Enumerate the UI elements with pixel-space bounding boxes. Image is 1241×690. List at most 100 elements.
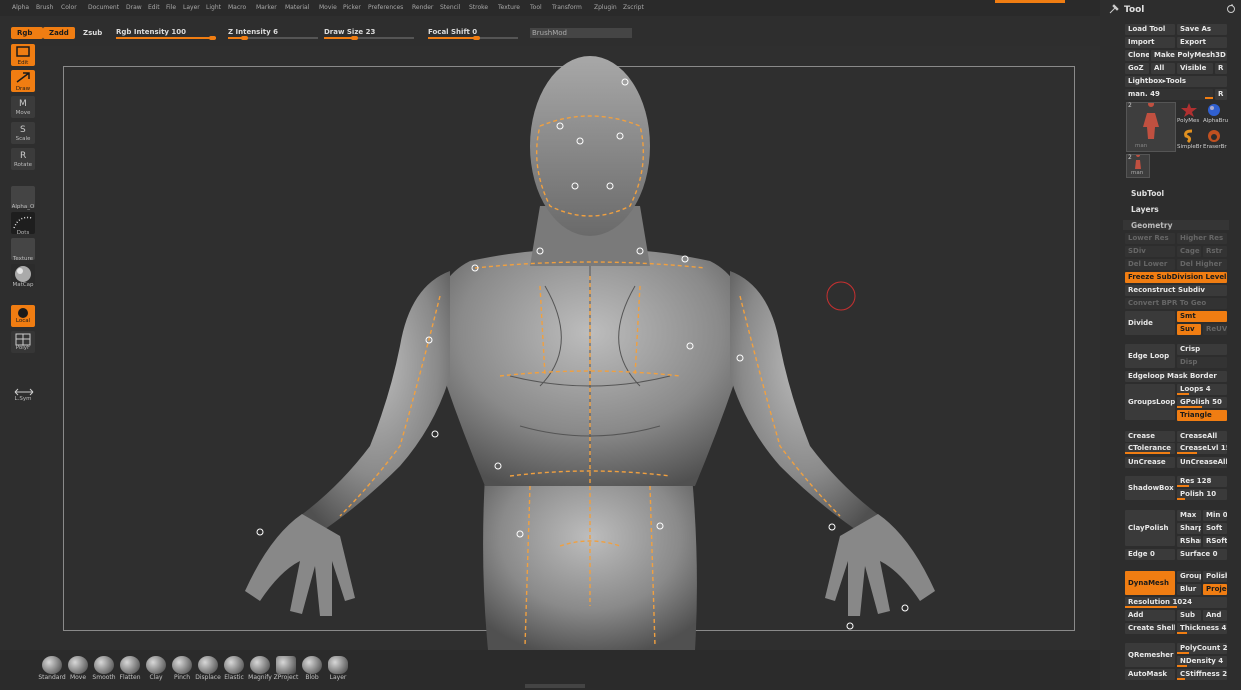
subtool-section[interactable]: SubTool (1131, 189, 1164, 198)
move-brush-icon[interactable] (68, 656, 88, 674)
save-as-button[interactable]: Save As (1177, 24, 1227, 35)
smt-toggle[interactable]: Smt (1177, 311, 1227, 322)
flatten-brush-icon[interactable] (120, 656, 140, 674)
menu-item[interactable]: File (166, 4, 176, 11)
max-slider[interactable]: Max (1177, 510, 1201, 521)
divide-button[interactable]: Divide (1125, 311, 1175, 335)
menu-item[interactable]: Draw (126, 4, 142, 11)
sharp-slider[interactable]: Sharp (1177, 523, 1201, 534)
export-button[interactable]: Export (1177, 37, 1227, 48)
uncreaseall-button[interactable]: UnCreaseAll (1177, 457, 1227, 468)
add-button[interactable]: Add (1125, 610, 1175, 621)
convert-bpr-button[interactable]: Convert BPR To Geo (1125, 298, 1227, 309)
clay-brush-icon[interactable] (146, 656, 166, 674)
current-tool-slider-knob[interactable] (1205, 97, 1213, 99)
focal-shift-slider[interactable] (428, 36, 518, 40)
crisp-toggle[interactable]: Crisp (1177, 344, 1227, 355)
sub-button[interactable]: Sub (1177, 610, 1201, 621)
higher-res-button[interactable]: Higher Res (1177, 233, 1227, 244)
polymesh-star-icon[interactable] (1180, 102, 1198, 118)
zproject-brush-icon[interactable] (276, 656, 296, 674)
shadowbox-button[interactable]: ShadowBox (1125, 476, 1175, 500)
r-button[interactable]: R (1215, 63, 1227, 74)
rgb-intensity-slider[interactable] (116, 36, 216, 40)
menu-item[interactable]: Alpha (12, 4, 29, 11)
project-toggle[interactable]: Project (1203, 584, 1227, 595)
import-button[interactable]: Import (1125, 37, 1175, 48)
human-sculpt-model[interactable] (245, 56, 935, 650)
uncrease-button[interactable]: UnCrease (1125, 457, 1175, 468)
del-lower-button[interactable]: Del Lower (1125, 259, 1175, 270)
automask-button[interactable]: AutoMask (1125, 669, 1175, 680)
goz-button[interactable]: GoZ (1125, 63, 1149, 74)
menu-item[interactable]: Zscript (623, 4, 644, 11)
current-tool-slider[interactable]: man. 49 (1125, 89, 1213, 100)
lower-res-button[interactable]: Lower Res (1125, 233, 1175, 244)
sdiv-slider[interactable]: SDiv (1125, 246, 1175, 257)
lsym-label[interactable]: L.Sym (8, 396, 38, 402)
model-viewport[interactable] (40, 46, 1100, 650)
menu-item[interactable]: Movie (319, 4, 337, 11)
menu-item[interactable]: Brush (36, 4, 53, 11)
menu-item[interactable]: Render (412, 4, 433, 11)
menu-item[interactable]: Stroke (469, 4, 488, 11)
load-tool-button[interactable]: Load Tool (1125, 24, 1175, 35)
make-polymesh-button[interactable]: Make PolyMesh3D (1151, 50, 1227, 61)
rsoft-slider[interactable]: RSoft (1203, 536, 1227, 547)
reuv-button[interactable]: ReUV (1203, 324, 1227, 335)
eraserbrush-icon[interactable] (1205, 128, 1223, 144)
layer-brush-icon[interactable] (328, 656, 348, 674)
menu-item[interactable]: Macro (228, 4, 246, 11)
menu-item[interactable]: Layer (183, 4, 200, 11)
blob-brush-icon[interactable] (302, 656, 322, 674)
groupsloops-button[interactable]: GroupsLoops (1125, 384, 1175, 420)
rstr-button[interactable]: Rstr (1203, 246, 1227, 257)
surface-slider[interactable]: Surface 0 (1177, 549, 1227, 560)
polish-toggle[interactable]: Polish (1203, 571, 1227, 582)
edge-slider[interactable]: Edge 0 (1125, 549, 1175, 560)
menu-item[interactable]: Transform (552, 4, 582, 11)
menu-item[interactable]: Color (61, 4, 77, 11)
freeze-subdiv-button[interactable]: Freeze SubDivision Levels (1125, 272, 1227, 283)
menu-item[interactable]: Preferences (368, 4, 403, 11)
rshar-slider[interactable]: RShar (1177, 536, 1201, 547)
menu-item[interactable]: Picker (343, 4, 361, 11)
disp-toggle[interactable]: Disp (1177, 357, 1227, 368)
soft-slider[interactable]: Soft (1203, 523, 1227, 534)
menu-item[interactable]: Marker (256, 4, 277, 11)
draw-size-slider[interactable] (324, 36, 414, 40)
reconstruct-subdiv-button[interactable]: Reconstruct Subdiv (1125, 285, 1227, 296)
menu-item[interactable]: Light (206, 4, 221, 11)
menu-item[interactable]: Zplugin (594, 4, 617, 11)
crease-button[interactable]: Crease (1125, 431, 1175, 442)
zadd-button[interactable]: Zadd (43, 27, 75, 39)
tool-thumbnail-man[interactable] (1126, 101, 1176, 152)
del-higher-button[interactable]: Del Higher (1177, 259, 1227, 270)
menu-item[interactable]: Tool (530, 4, 542, 11)
simplebrush-icon[interactable] (1180, 128, 1198, 144)
menu-item[interactable]: Document (88, 4, 119, 11)
zsub-button[interactable]: Zsub (77, 27, 108, 39)
suv-toggle[interactable]: Suv (1177, 324, 1201, 335)
dynamesh-button[interactable]: DynaMesh (1125, 571, 1175, 595)
r-button-2[interactable]: R (1215, 89, 1227, 100)
group-toggle[interactable]: Group (1177, 571, 1201, 582)
create-shell-button[interactable]: Create Shell (1125, 623, 1175, 634)
edgeloop-mask-border-button[interactable]: Edgeloop Mask Border (1125, 371, 1227, 382)
palette-reset-icon[interactable] (1226, 4, 1236, 14)
menu-item[interactable]: Material (285, 4, 309, 11)
layers-section[interactable]: Layers (1131, 205, 1159, 214)
visible-button[interactable]: Visible (1177, 63, 1213, 74)
z-intensity-slider[interactable] (228, 36, 318, 40)
clone-button[interactable]: Clone (1125, 50, 1149, 61)
qremesher-button[interactable]: QRemesher (1125, 643, 1175, 667)
rgb-button[interactable]: Rgb (11, 27, 43, 39)
all-button[interactable]: All (1151, 63, 1175, 74)
magnify-brush-icon[interactable] (250, 656, 270, 674)
elastic-brush-icon[interactable] (224, 656, 244, 674)
cage-button[interactable]: Cage (1177, 246, 1201, 257)
lightbox-tools-button[interactable]: Lightbox▸Tools (1125, 76, 1227, 87)
alphabrush-icon[interactable] (1205, 102, 1223, 118)
displace-brush-icon[interactable] (198, 656, 218, 674)
standard-brush-icon[interactable] (42, 656, 62, 674)
